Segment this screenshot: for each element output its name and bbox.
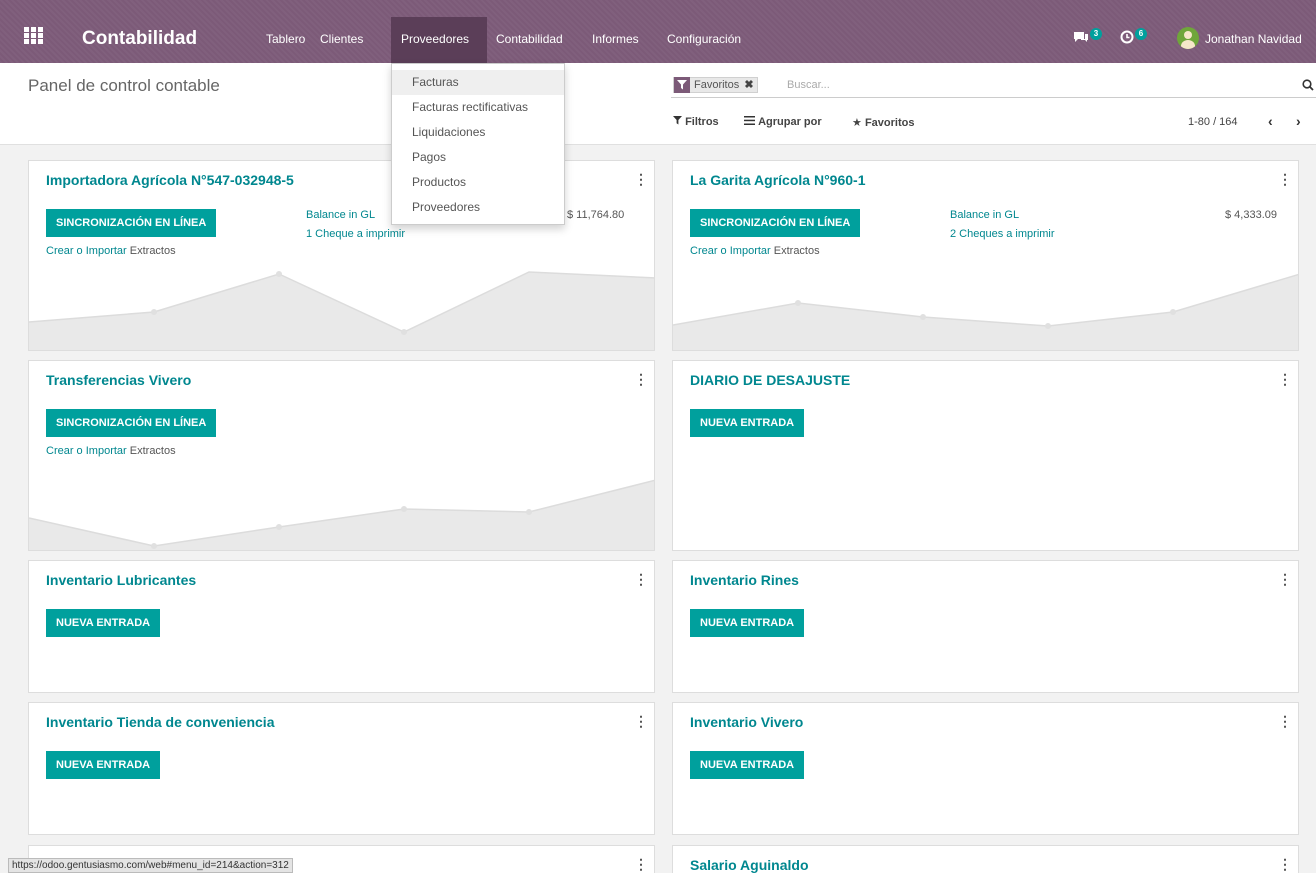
balance-value: $ 4,333.09 [1225,209,1277,221]
journal-card: Inventario Vivero ⋮ NUEVA ENTRADA [672,702,1299,835]
journal-card: La Garita Agrícola N°960-1 ⋮ SINCRONIZAC… [672,160,1299,351]
card-menu-icon[interactable]: ⋮ [634,713,648,730]
search-icon[interactable] [1302,78,1314,96]
apps-menu-icon[interactable] [24,27,46,45]
card-menu-icon[interactable]: ⋮ [1278,571,1292,588]
new-entry-button[interactable]: NUEVA ENTRADA [690,751,805,779]
balance-graph [673,273,1298,350]
card-menu-icon[interactable]: ⋮ [1278,171,1292,188]
journal-title[interactable]: Salario Aguinaldo [690,857,809,873]
proveedores-dropdown: Facturas Facturas rectificativas Liquida… [391,63,565,225]
card-menu-icon[interactable]: ⋮ [634,571,648,588]
filters-label: Filtros [685,116,719,128]
search-facet[interactable]: Favoritos ✖ [673,77,758,93]
user-avatar[interactable] [1177,27,1199,49]
filter-icon [674,77,690,93]
menu-contabilidad[interactable]: Contabilidad [496,32,563,46]
import-statements-link[interactable]: Crear o Importar Extractos [690,245,820,257]
activities-icon[interactable] [1120,30,1134,47]
search-bar[interactable]: Favoritos ✖ [671,74,1316,98]
messages-badge: 3 [1090,28,1102,40]
pager-next-icon[interactable]: › [1296,113,1301,129]
journal-title[interactable]: La Garita Agrícola N°960-1 [690,172,865,188]
card-menu-icon[interactable]: ⋮ [1278,371,1292,388]
new-entry-button[interactable]: NUEVA ENTRADA [690,409,805,437]
dropdown-item-facturas-rectificativas[interactable]: Facturas rectificativas [392,95,564,120]
dropdown-item-pagos[interactable]: Pagos [392,145,564,170]
journal-title[interactable]: Inventario Vivero [690,714,803,730]
online-sync-button[interactable]: SINCRONIZACIÓN EN LÍNEA [46,409,217,437]
online-sync-button[interactable]: SINCRONIZACIÓN EN LÍNEA [690,209,861,237]
menu-proveedores[interactable]: Proveedores [401,32,469,46]
star-icon: ★ [852,117,862,129]
cheques-to-print-link[interactable]: 2 Cheques a imprimir [950,228,1055,240]
activities-badge: 6 [1135,28,1147,40]
favorites-button[interactable]: ★ Favoritos [852,116,914,129]
menu-tablero[interactable]: Tablero [266,32,305,46]
dropdown-item-proveedores[interactable]: Proveedores [392,195,564,220]
filter-icon [673,116,682,125]
card-menu-icon[interactable]: ⋮ [1278,713,1292,730]
card-menu-icon[interactable]: ⋮ [634,371,648,388]
create-import-link[interactable]: Crear o Importar [690,245,771,257]
dropdown-item-productos[interactable]: Productos [392,170,564,195]
top-navbar: Contabilidad Tablero Clientes Proveedore… [0,0,1316,63]
journal-card: Transferencias Vivero ⋮ SINCRONIZACIÓN E… [28,360,655,551]
journal-title[interactable]: Inventario Lubricantes [46,572,196,588]
balance-value: $ 11,764.80 [567,209,625,221]
statements-label: Extractos [770,245,820,257]
create-import-link[interactable]: Crear o Importar [46,445,127,457]
pager-previous-icon[interactable]: ‹ [1268,113,1273,129]
card-menu-icon[interactable]: ⋮ [634,856,648,873]
pager-value[interactable]: 1-80 / 164 [1188,116,1238,128]
user-name[interactable]: Jonathan Navidad [1205,32,1302,46]
dropdown-item-facturas[interactable]: Facturas [392,70,564,95]
card-menu-icon[interactable]: ⋮ [1278,856,1292,873]
statements-label: Extractos [126,245,176,257]
journal-card: Inventario Rines ⋮ NUEVA ENTRADA [672,560,1299,693]
journal-title[interactable]: Transferencias Vivero [46,372,191,388]
card-menu-icon[interactable]: ⋮ [634,171,648,188]
new-entry-button[interactable]: NUEVA ENTRADA [690,609,805,637]
create-import-link[interactable]: Crear o Importar [46,245,127,257]
import-statements-link[interactable]: Crear o Importar Extractos [46,445,176,457]
new-entry-button[interactable]: NUEVA ENTRADA [46,609,161,637]
app-brand[interactable]: Contabilidad [82,28,197,50]
filters-button[interactable]: Filtros [673,116,719,128]
dropdown-item-liquidaciones[interactable]: Liquidaciones [392,120,564,145]
menu-configuracion[interactable]: Configuración [667,32,741,46]
journal-title[interactable]: Importadora Agrícola N°547-032948-5 [46,172,294,188]
menu-clientes[interactable]: Clientes [320,32,363,46]
journal-card: DIARIO DE DESAJUSTE ⋮ NUEVA ENTRADA [672,360,1299,551]
group-by-button[interactable]: Agrupar por [744,116,822,128]
balance-graph [29,479,654,550]
journal-title[interactable]: DIARIO DE DESAJUSTE [690,372,850,388]
journal-card: Inventario Lubricantes ⋮ NUEVA ENTRADA [28,560,655,693]
menu-informes[interactable]: Informes [592,32,639,46]
messages-icon[interactable] [1073,30,1089,47]
statements-label: Extractos [126,445,176,457]
page-title: Panel de control contable [28,76,220,95]
new-entry-button[interactable]: NUEVA ENTRADA [46,751,161,779]
journal-title[interactable]: Inventario Tienda de conveniencia [46,714,274,730]
favorites-label: Favoritos [864,117,915,129]
bars-icon [744,116,755,125]
balance-label[interactable]: Balance in GL [950,209,1019,221]
status-url: https://odoo.gentusiasmo.com/web#menu_id… [8,858,293,873]
online-sync-button[interactable]: SINCRONIZACIÓN EN LÍNEA [46,209,217,237]
search-input[interactable] [787,77,1287,93]
search-facet-label: Favoritos [694,79,740,91]
journal-card: Inventario Tienda de conveniencia ⋮ NUEV… [28,702,655,835]
journal-title[interactable]: Inventario Rines [690,572,799,588]
cheques-to-print-link[interactable]: 1 Cheque a imprimir [306,228,405,240]
journal-card: Salario Aguinaldo ⋮ [672,845,1299,873]
facet-remove-icon[interactable]: ✖ [744,79,753,91]
import-statements-link[interactable]: Crear o Importar Extractos [46,245,176,257]
group-by-label: Agrupar por [758,116,822,128]
balance-label[interactable]: Balance in GL [306,209,375,221]
balance-graph [29,271,654,350]
control-panel: Panel de control contable Favoritos ✖ Fi… [0,63,1316,145]
